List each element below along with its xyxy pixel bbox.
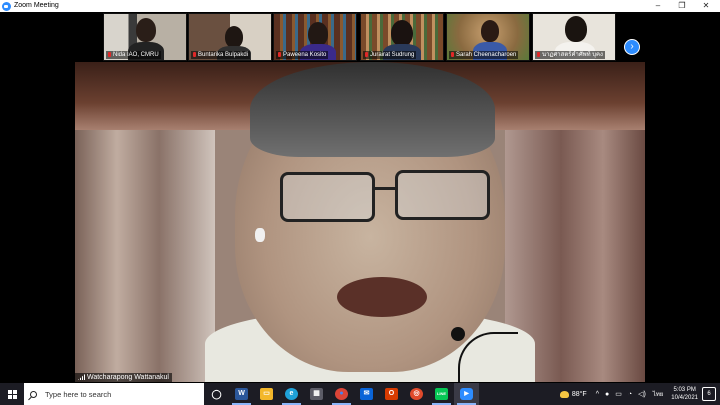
participant-name: Nida IAO, CMRU (106, 51, 161, 59)
zoom-taskbar-button[interactable]: ▶ (454, 383, 479, 405)
window-title: Zoom Meeting (14, 2, 59, 9)
clock[interactable]: 5:03 PM 10/4/2021 (671, 386, 698, 402)
office-button[interactable]: O (379, 383, 404, 405)
minimize-button[interactable]: – (646, 0, 670, 12)
taskbar-search-box[interactable]: Type here to search (24, 383, 204, 405)
participant-name: นาฏศาสตร์คำศัพท์ บุคง (535, 51, 605, 59)
weather-widget[interactable]: 88°F (559, 390, 587, 398)
office-icon: O (385, 388, 398, 400)
participant-name: Sarah Cheenacharoen (449, 51, 519, 59)
muted-mic-icon (365, 52, 368, 57)
muted-mic-icon (451, 52, 454, 57)
title-bar: Zoom Meeting – ❐ ✕ (0, 0, 720, 12)
file-explorer-button[interactable]: ▭ (254, 383, 279, 405)
participant-name: Paweena Kosito (276, 51, 329, 59)
chrome-button[interactable]: ● (329, 383, 354, 405)
participant-head (565, 16, 587, 42)
search-placeholder: Type here to search (45, 389, 112, 399)
windows-logo-icon (7, 389, 17, 399)
start-button[interactable] (0, 383, 24, 405)
clock-date: 10/4/2021 (671, 395, 698, 401)
system-tray: 88°F ^ ● ▭ ◔ ◁) ไทย 5:03 PM 10/4/2021 6 (559, 383, 720, 405)
glasses-left-lens (280, 172, 375, 222)
file-explorer-icon: ▭ (260, 388, 273, 400)
muted-mic-icon (278, 52, 281, 57)
glasses-bridge (373, 187, 397, 190)
glasses-right-lens (395, 170, 490, 220)
participant-tile[interactable]: Paweena Kosito (273, 13, 357, 61)
zoom-logo-icon (2, 1, 11, 11)
speaker-hair (250, 62, 495, 157)
store-icon: ▦ (310, 388, 323, 400)
network-icon[interactable]: ◔ (628, 391, 632, 398)
search-icon (30, 390, 37, 398)
headset-microphone (451, 327, 465, 341)
muted-mic-icon (193, 52, 196, 57)
microphone-icon[interactable]: ● (605, 391, 609, 398)
next-page-button[interactable]: › (624, 39, 640, 55)
participant-head (308, 22, 328, 46)
active-speaker-video[interactable]: Watcharapong Wattanakul (75, 62, 645, 382)
chevron-right-icon: › (630, 41, 634, 52)
participant-name: Jurairat Sudrung (363, 51, 417, 59)
chrome-icon: ● (335, 388, 348, 400)
windows-taskbar: Type here to search ◯ W ▭ e ▦ ● ✉ O ◎ LI… (0, 383, 720, 405)
participant-head (136, 18, 156, 42)
maximize-button[interactable]: ❐ (670, 0, 694, 12)
app-icon: ◎ (410, 388, 423, 400)
app-button[interactable]: ◎ (404, 383, 429, 405)
participant-head (391, 20, 413, 46)
notification-count: 6 (707, 391, 711, 397)
battery-icon[interactable]: ▭ (615, 390, 622, 398)
clock-time: 5:03 PM (673, 387, 696, 393)
edge-icon: e (285, 388, 298, 400)
line-button[interactable]: LINE (429, 383, 454, 405)
weather-icon (559, 390, 569, 398)
edge-button[interactable]: e (279, 383, 304, 405)
earphone (255, 228, 265, 242)
participant-tile[interactable]: Sarah Cheenacharoen (446, 13, 530, 61)
participant-name: Buntarika Bulpakdi (191, 51, 251, 59)
connection-signal-icon (78, 374, 85, 380)
speaker-name-label: Watcharapong Wattanakul (75, 373, 172, 382)
participant-tile[interactable]: Jurairat Sudrung (360, 13, 444, 61)
muted-mic-icon (108, 52, 111, 57)
chevron-up-icon[interactable]: ^ (596, 391, 599, 398)
participant-gallery: Nida IAO, CMRU Buntarika Bulpakdi Paween… (0, 12, 720, 62)
speaker-mouth (337, 277, 427, 317)
language-indicator[interactable]: ไทย (653, 389, 664, 399)
participant-head (225, 26, 243, 48)
participant-tile[interactable]: นาฏศาสตร์คำศัพท์ บุคง (532, 13, 616, 61)
volume-icon[interactable]: ◁) (638, 390, 646, 398)
muted-mic-icon (537, 52, 540, 57)
participant-tile[interactable]: Nida IAO, CMRU (103, 13, 187, 61)
word-icon: W (235, 388, 248, 400)
task-view-button[interactable]: ◯ (204, 383, 229, 405)
notification-center-button[interactable]: 6 (702, 387, 716, 401)
task-view-icon: ◯ (210, 388, 223, 400)
mail-icon: ✉ (360, 388, 373, 400)
participant-head (481, 20, 499, 42)
store-button[interactable]: ▦ (304, 383, 329, 405)
line-icon: LINE (435, 388, 448, 400)
close-button[interactable]: ✕ (694, 0, 718, 12)
weather-temperature: 88°F (571, 390, 587, 398)
mail-button[interactable]: ✉ (354, 383, 379, 405)
word-button[interactable]: W (229, 383, 254, 405)
zoom-icon: ▶ (460, 388, 473, 400)
participant-tile[interactable]: Buntarika Bulpakdi (188, 13, 272, 61)
